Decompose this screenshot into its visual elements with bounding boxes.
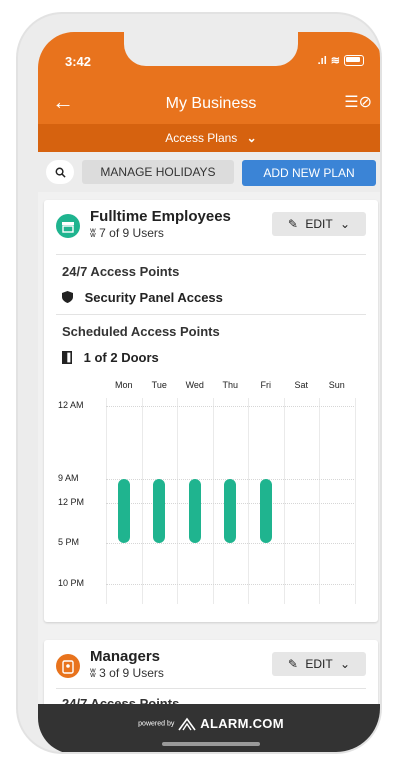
door-count-label: 1 of 2 Doors bbox=[83, 350, 159, 365]
manage-holidays-button[interactable]: MANAGE HOLIDAYS bbox=[82, 160, 234, 184]
status-bar: 3:42 .ıl ≋ bbox=[38, 32, 380, 82]
search-button[interactable] bbox=[46, 160, 74, 184]
edit-plan-button[interactable]: ✎ EDIT ⌄ bbox=[272, 652, 366, 676]
add-new-plan-button[interactable]: ADD NEW PLAN bbox=[242, 160, 376, 186]
signal-icon: .ıl bbox=[317, 54, 327, 67]
grid-row-line bbox=[106, 406, 354, 407]
schedule-bar-mon[interactable] bbox=[117, 478, 130, 544]
pencil-icon: ✎ bbox=[287, 217, 298, 231]
page-title: My Business bbox=[165, 95, 257, 112]
home-indicator[interactable] bbox=[162, 742, 260, 746]
day-label-wed: Wed bbox=[185, 380, 204, 390]
access-point-item: Security Panel Access bbox=[62, 290, 223, 305]
phone-frame: 3:42 .ıl ≋ ← My Business ☰⊘ Access Plans… bbox=[18, 14, 380, 752]
grid-row-line bbox=[106, 583, 354, 585]
schedule-bar-wed[interactable] bbox=[188, 478, 201, 544]
time-label: 5 PM bbox=[58, 537, 80, 548]
plan-user-count: ʬ 7 of 9 Users bbox=[90, 226, 164, 240]
notch bbox=[124, 32, 298, 66]
divider bbox=[56, 688, 366, 689]
grid-column-line bbox=[248, 398, 249, 604]
pencil-icon: ✎ bbox=[287, 657, 298, 671]
users-label: 3 of 9 Users bbox=[99, 666, 164, 680]
day-label-sun: Sun bbox=[328, 380, 345, 390]
app-screen: 3:42 .ıl ≋ ← My Business ☰⊘ Access Plans… bbox=[38, 32, 380, 752]
plan-avatar bbox=[56, 214, 80, 238]
access-point-label: Security Panel Access bbox=[84, 290, 223, 305]
plan-card: Managers ʬ 3 of 9 Users ✎ EDIT ⌄ 24/7 Ac… bbox=[44, 640, 378, 704]
chevron-down-icon: ⌄ bbox=[340, 657, 351, 671]
grid-column-line bbox=[212, 398, 214, 604]
edit-label: EDIT bbox=[305, 217, 333, 231]
grid-column-line bbox=[141, 398, 143, 604]
shield-icon bbox=[62, 291, 73, 303]
section-title-scheduled: Scheduled Access Points bbox=[62, 324, 220, 339]
grid-column-line bbox=[106, 398, 107, 604]
time-label: 12 PM bbox=[58, 497, 85, 507]
day-label-mon: Mon bbox=[114, 380, 133, 390]
schedule-bar-tue[interactable] bbox=[153, 478, 166, 544]
time-label: 10 PM bbox=[58, 577, 85, 588]
checklist-icon[interactable]: ☰⊘ bbox=[344, 92, 372, 112]
grid-column-line bbox=[354, 398, 356, 604]
users-icon: ʬ bbox=[90, 666, 96, 680]
grid-column-line bbox=[319, 398, 320, 604]
powered-by-footer: powered by ALARM.COM bbox=[38, 704, 380, 752]
plan-card: Fulltime Employees ʬ 7 of 9 Users ✎ EDIT… bbox=[44, 200, 378, 622]
access-plans-dropdown[interactable]: Access Plans ⌄ bbox=[38, 124, 380, 152]
weekly-schedule-chart: Mon Tue Wed Thu Fri Sat Sun 12 AM 9 AM 12 PM 5 PM 1… bbox=[58, 380, 368, 612]
powered-by-label: powered by ALARM.COM bbox=[38, 716, 380, 731]
chevron-down-icon: ⌄ bbox=[340, 217, 351, 231]
door-count-item: 1 of 2 Doors bbox=[62, 350, 159, 365]
divider bbox=[56, 314, 366, 315]
battery-icon bbox=[344, 55, 364, 66]
users-label: 7 of 9 Users bbox=[99, 226, 164, 240]
day-label-tue: Tue bbox=[151, 380, 167, 390]
plans-toolbar: MANAGE HOLIDAYS ADD NEW PLAN bbox=[38, 152, 380, 192]
time-label: 9 AM bbox=[58, 472, 79, 483]
door-icon bbox=[62, 351, 72, 364]
edit-plan-button[interactable]: ✎ EDIT ⌄ bbox=[272, 212, 366, 236]
search-icon bbox=[55, 167, 66, 178]
grid-column-line bbox=[177, 398, 178, 604]
powered-by-text: powered by bbox=[138, 720, 175, 728]
schedule-bar-fri[interactable] bbox=[259, 478, 272, 544]
divider bbox=[56, 254, 366, 255]
status-time: 3:42 bbox=[65, 54, 92, 69]
edit-label: EDIT bbox=[305, 657, 333, 671]
section-title-247: 24/7 Access Points bbox=[62, 264, 180, 279]
day-label-fri: Fri bbox=[260, 380, 272, 390]
access-plans-label: Access Plans bbox=[165, 131, 238, 145]
chevron-down-icon: ⌄ bbox=[246, 131, 257, 145]
brand-label: ALARM.COM bbox=[200, 716, 284, 731]
badge-icon bbox=[62, 659, 74, 674]
alarm-logo-icon bbox=[178, 717, 196, 730]
grid-column-line bbox=[283, 398, 285, 604]
plan-user-count: ʬ 3 of 9 Users bbox=[90, 666, 164, 680]
storefront-icon bbox=[62, 221, 74, 233]
wifi-icon: ≋ bbox=[330, 55, 340, 67]
schedule-bar-thu[interactable] bbox=[224, 478, 237, 544]
app-header: ← My Business ☰⊘ bbox=[38, 82, 380, 124]
status-icons: .ıl ≋ bbox=[318, 54, 364, 67]
plan-name: Managers bbox=[90, 648, 161, 665]
plans-list: Fulltime Employees ʬ 7 of 9 Users ✎ EDIT… bbox=[38, 192, 380, 704]
plan-name: Fulltime Employees bbox=[90, 208, 231, 225]
section-title-247: 24/7 Access Points bbox=[62, 696, 180, 704]
time-label: 12 AM bbox=[58, 400, 84, 410]
day-label-sat: Sat bbox=[294, 380, 308, 390]
grid-row-line bbox=[106, 543, 354, 545]
day-label-thu: Thu bbox=[222, 380, 238, 390]
users-icon: ʬ bbox=[90, 226, 96, 240]
plan-avatar bbox=[56, 654, 80, 678]
